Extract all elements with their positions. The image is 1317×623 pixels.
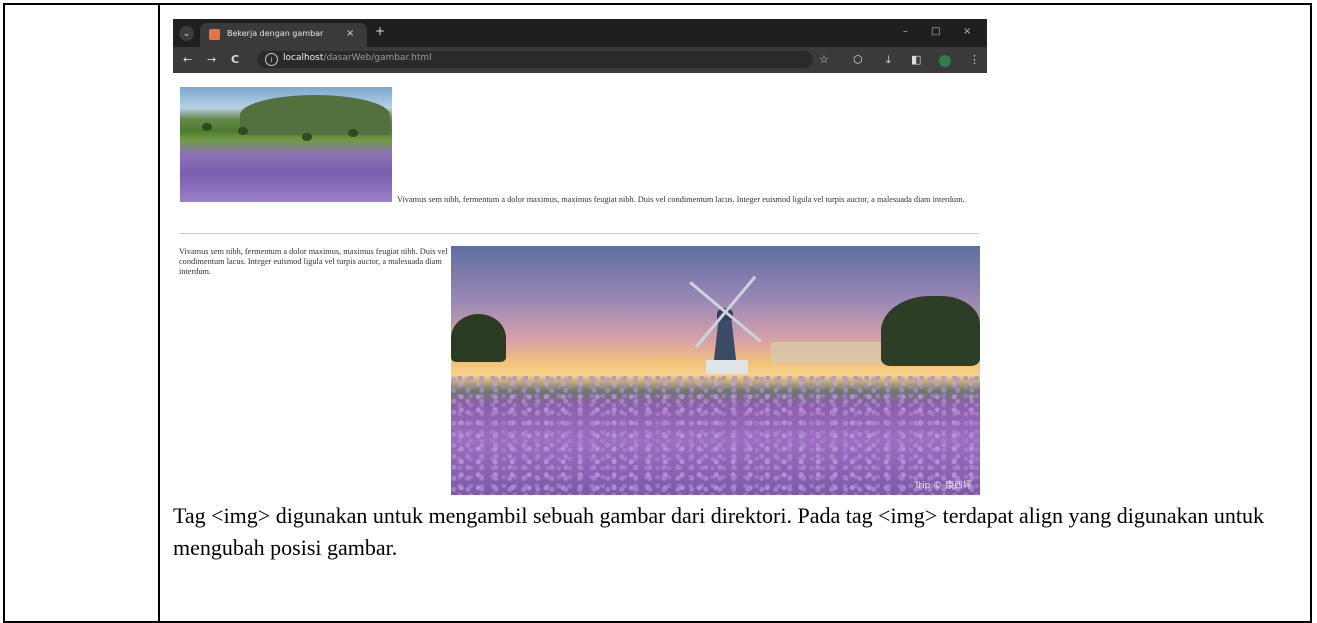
favicon-icon [209,29,220,40]
table-column-divider [158,3,160,623]
url-field[interactable]: i localhost/dasarWeb/gambar.html [257,51,813,68]
horizontal-rule [179,233,979,234]
tab-search-icon[interactable]: ⌄ [179,26,194,41]
menu-kebab-icon[interactable]: ⋮ [969,53,980,66]
windmill-field-image: Trip © 康西坪 [451,246,980,495]
sidebar-icon[interactable]: ◧ [911,53,921,66]
tab-bar: ⌄ Bekerja dengan gambar × + – □ × [173,19,987,47]
new-tab-icon[interactable]: + [375,24,385,38]
reload-icon[interactable]: C [231,53,239,66]
caption-text: Tag <img> digunakan untuk mengambil sebu… [173,503,1264,560]
tab-title: Bekerja dengan gambar [227,29,324,38]
url-path: /dasarWeb/gambar.html [323,53,432,63]
profile-avatar-icon[interactable] [939,55,951,67]
image-watermark: Trip © 康西坪 [914,481,972,491]
page-viewport: Vivamus sem nibh, fermentum a dolor maxi… [173,73,987,495]
download-icon[interactable]: ⤓ [886,53,891,67]
inline-image-paragraph: Vivamus sem nibh, fermentum a dolor maxi… [397,195,965,204]
back-icon[interactable]: ← [183,53,192,66]
close-window-icon[interactable]: × [963,26,971,37]
lavender-hill-image [180,87,392,202]
minimize-icon[interactable]: – [903,26,908,37]
url-text: localhost/dasarWeb/gambar.html [283,53,432,63]
forward-icon[interactable]: → [207,53,216,66]
browser-screenshot: ⌄ Bekerja dengan gambar × + – □ × ← → C … [173,19,987,495]
extensions-icon[interactable]: ⬡ [853,53,863,66]
maximize-icon[interactable]: □ [931,26,940,37]
url-host: localhost [283,53,324,63]
bookmark-star-icon[interactable]: ☆ [819,53,829,66]
address-bar: ← → C i localhost/dasarWeb/gambar.html ☆… [173,47,987,73]
float-image-paragraph: Vivamus sem nibh, fermentum a dolor maxi… [179,247,448,276]
tab-close-icon[interactable]: × [346,28,354,39]
browser-tab[interactable]: Bekerja dengan gambar × [200,23,367,47]
site-info-icon[interactable]: i [265,53,278,66]
